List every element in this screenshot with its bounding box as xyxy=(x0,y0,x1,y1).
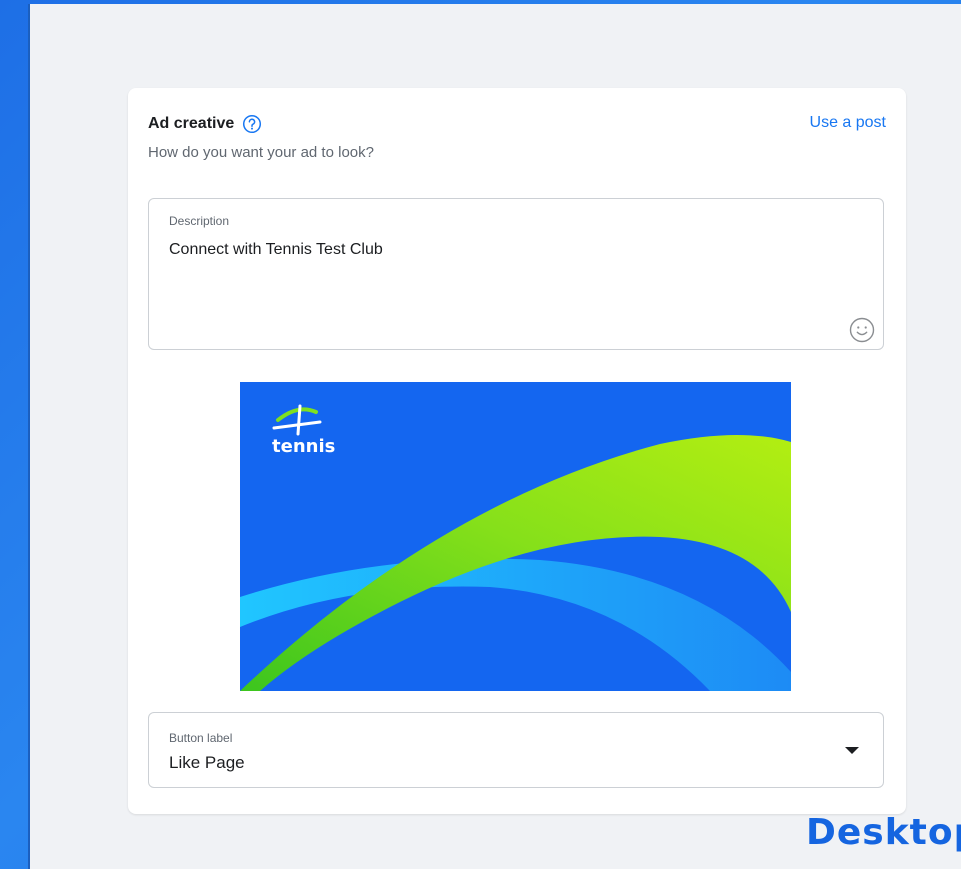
description-field[interactable]: Description Connect with Tennis Test Clu… xyxy=(148,198,884,350)
button-label-caption: Button label xyxy=(169,731,233,745)
card-subtitle: How do you want your ad to look? xyxy=(148,144,374,161)
ad-image-preview[interactable]: tennis xyxy=(240,382,791,691)
button-label-select[interactable]: Button label Like Page xyxy=(148,712,884,788)
editor-panel: Ad creative How do you want your ad to l… xyxy=(28,4,961,869)
card-title: Ad creative xyxy=(148,115,235,132)
card-title-row: Ad creative xyxy=(148,114,262,134)
use-a-post-link[interactable]: Use a post xyxy=(810,114,886,132)
tennis-logo-text: tennis xyxy=(272,436,335,457)
description-label: Description xyxy=(169,214,230,228)
ad-creative-card: Ad creative How do you want your ad to l… xyxy=(128,88,906,814)
caret-down-icon[interactable] xyxy=(845,747,859,754)
description-value[interactable]: Connect with Tennis Test Club xyxy=(169,241,383,259)
smiley-icon[interactable] xyxy=(849,317,875,343)
desktop-tag: Desktop xyxy=(806,812,961,853)
button-label-value: Like Page xyxy=(169,753,245,772)
question-circle-icon[interactable] xyxy=(242,114,262,134)
